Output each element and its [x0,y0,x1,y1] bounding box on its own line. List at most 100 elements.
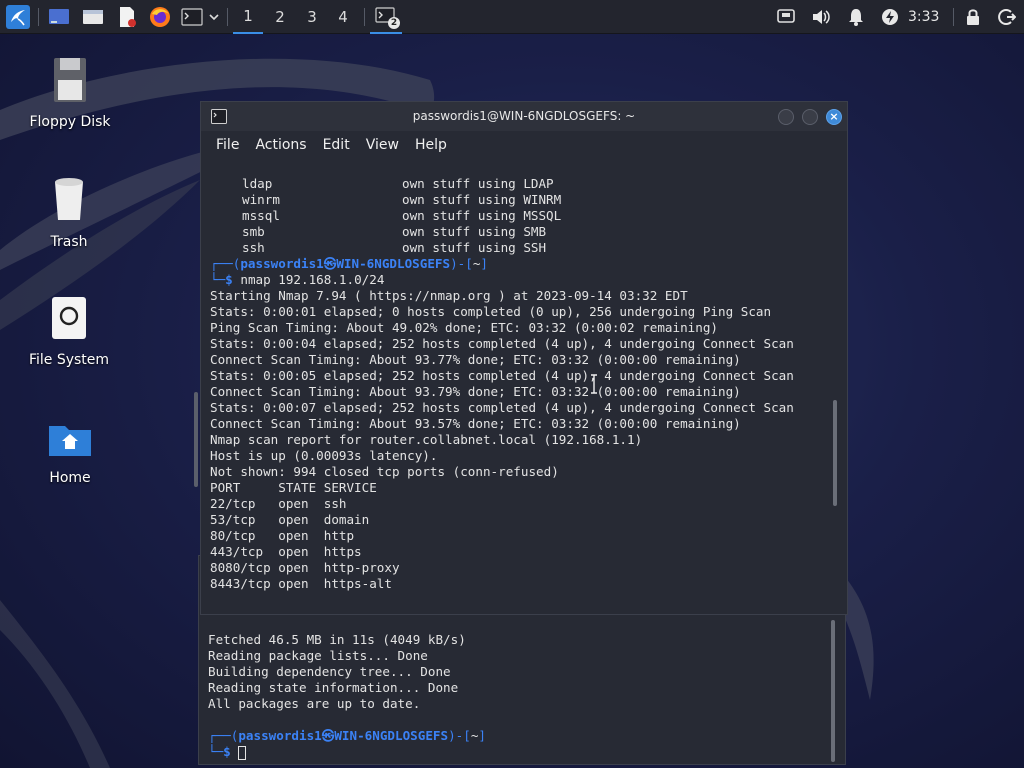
output-line: Connect Scan Timing: About 93.77% done; … [210,352,741,367]
desktop-icon-label: Trash [50,234,88,250]
output-line: PORT STATE SERVICE [210,480,377,495]
output-line: Stats: 0:00:05 elapsed; 252 hosts comple… [210,368,794,383]
volume-icon [813,10,830,24]
window-edge [194,392,198,487]
mouse-ibeam-cursor-icon [591,374,597,394]
desktop-icon-label: File System [28,352,110,368]
floppy-disk-icon [54,58,86,102]
menu-bar: File Actions Edit View Help [201,131,847,159]
prompt-line-2: └─$ nmap 192.168.1.0/24 [210,272,385,287]
menu-help[interactable]: Help [407,137,455,153]
proto-line: mssql own stuff using MSSQL [210,208,794,224]
scrollbar[interactable] [833,400,837,506]
prompt-line-2[interactable]: └─$ [208,744,486,760]
desktop-icon-file-system[interactable]: File System [14,296,124,368]
bell-icon [849,9,863,26]
terminal-window[interactable]: passwordis1@WIN-6NGDLOSGEFS: ~ × File Ac… [200,101,848,615]
proto-name: winrm [242,192,280,207]
workspace-4[interactable]: 4 [328,0,358,34]
output-line: Fetched 46.5 MB in 11s (4049 kB/s) [208,632,466,647]
firefox-button[interactable] [146,0,174,34]
volume-tray[interactable] [808,0,834,34]
firefox-icon [150,7,170,27]
text-editor-button[interactable] [114,0,140,34]
output-line: 22/tcp open ssh [210,496,347,511]
proto-line: ssh own stuff using SSH [210,240,794,256]
title-bar[interactable]: passwordis1@WIN-6NGDLOSGEFS: ~ × [201,102,847,131]
panel-separator [953,8,954,26]
minimize-button[interactable] [778,109,794,125]
output-line: Connect Scan Timing: About 93.57% done; … [210,416,741,431]
menu-view[interactable]: View [358,137,407,153]
terminal-icon [181,8,203,26]
output-line: All packages are up to date. [208,696,421,711]
cursor [238,745,247,760]
desktop-icon-label: Home [49,470,91,486]
lock-icon [967,9,979,25]
power-manager-tray[interactable] [878,0,902,34]
command: nmap 192.168.1.0/24 [240,272,385,287]
output-line: Stats: 0:00:01 elapsed; 0 hosts complete… [210,304,772,319]
proto-desc: own stuff using MSSQL [402,208,562,223]
kali-menu-button[interactable] [4,0,32,34]
notifications-tray[interactable] [844,0,868,34]
terminal-back-output: Fetched 46.5 MB in 11s (4049 kB/s) Readin… [208,616,486,768]
proto-desc: own stuff using WINRM [402,192,562,207]
text-editor-icon [120,7,136,27]
terminal-launcher-button[interactable] [178,0,206,34]
desktop-icon-home[interactable]: Home [15,420,125,486]
scrollbar[interactable] [831,620,835,762]
output-line: Host is up (0.00093s latency). [210,448,438,463]
clock[interactable]: 3:33 [908,0,939,34]
desktop-icon-floppy-disk[interactable]: Floppy Disk [15,56,125,130]
desktop-icon-label: Floppy Disk [29,114,111,130]
prompt-line-1: ┌──(passwordis1㉿WIN-6NGDLOSGEFS)-[~] [208,728,487,743]
output-line: Not shown: 994 closed tcp ports (conn-re… [210,464,559,479]
output-line: Reading package lists... Done [208,648,428,663]
proto-desc: own stuff using SMB [402,224,547,239]
power-bolt-icon [882,9,898,25]
desktop-icon [49,9,69,24]
launcher-dropdown[interactable] [206,0,222,34]
logout-icon [998,9,1016,25]
proto-desc: own stuff using LDAP [402,176,554,191]
output-line: Starting Nmap 7.94 ( https://nmap.org ) … [210,288,688,303]
menu-actions[interactable]: Actions [247,137,314,153]
prompt-user: passwordis1㉿WIN-6NGDLOSGEFS [238,728,449,743]
kali-dragon-icon [6,5,30,29]
output-line: Stats: 0:00:07 elapsed; 252 hosts comple… [210,400,794,415]
terminal-icon [211,109,227,124]
show-desktop-button[interactable] [46,0,72,34]
panel-separator [38,8,39,26]
desktop-icon-trash[interactable]: Trash [14,176,124,250]
menu-file[interactable]: File [201,137,247,153]
logout-button[interactable] [996,0,1018,34]
folder-icon [83,10,103,24]
proto-line: winrm own stuff using WINRM [210,192,794,208]
taskbar-terminal-group[interactable]: 2 [370,0,402,34]
output-line: 8443/tcp open https-alt [210,576,392,591]
prompt-user: passwordis1㉿WIN-6NGDLOSGEFS [240,256,451,271]
proto-name: mssql [242,208,280,223]
screen-capture-tray[interactable] [774,0,798,34]
hard-drive-icon [52,297,86,339]
proto-name: ldap [242,176,273,191]
file-manager-button[interactable] [80,0,106,34]
chevron-down-icon [209,14,219,21]
output-line: Stats: 0:00:04 elapsed; 252 hosts comple… [210,336,794,351]
proto-desc: own stuff using SSH [402,240,547,255]
workspace-2[interactable]: 2 [265,0,295,34]
proto-name: smb [242,224,265,239]
trash-icon [55,178,83,220]
workspace-1[interactable]: 1 [233,0,263,34]
top-panel: 1 2 3 4 2 3:33 [0,0,1024,34]
lock-screen-button[interactable] [962,0,984,34]
menu-edit[interactable]: Edit [315,137,358,153]
workspace-3[interactable]: 3 [297,0,327,34]
output-line: Reading state information... Done [208,680,459,695]
maximize-button[interactable] [802,109,818,125]
output-line: 8080/tcp open http-proxy [210,560,400,575]
home-folder-icon [49,426,91,456]
output-line: Nmap scan report for router.collabnet.lo… [210,432,643,447]
close-button[interactable]: × [826,109,842,125]
